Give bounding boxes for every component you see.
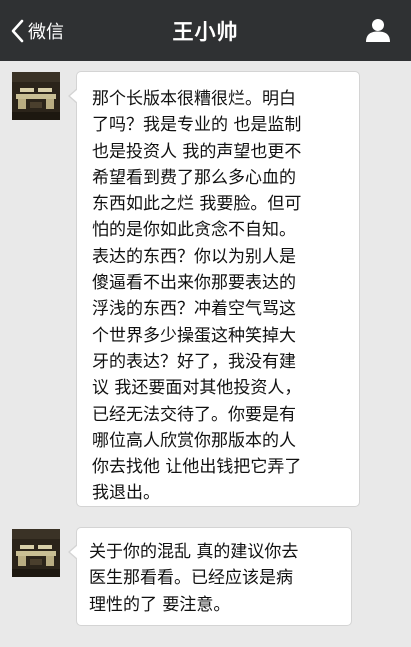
message-text-line: 你去找他 让他出钱把它弄了 [92, 457, 302, 478]
person-icon [365, 19, 391, 47]
contact-avatar[interactable] [12, 72, 60, 120]
navigation-bar: 微信 王小帅 [0, 0, 411, 61]
chat-title: 王小帅 [172, 19, 239, 44]
message-text-line: 浮浅的东西？冲着空气骂这 [92, 299, 296, 320]
message-text-line: 也是投资人 我的声望也更不 [92, 141, 302, 162]
message-text-line: 东西如此之烂 我要脸。但可 [92, 194, 302, 215]
message-text-line: 牙的表达？好了，我没有建 [92, 351, 296, 372]
message-bubble[interactable]: 那个长版本很糟很烂。明白 了吗？我是专业的 也是监制 也是投资人 我的声望也更不… [68, 71, 360, 507]
message-text-line: 个世界多少操蛋这种笑掉大 [92, 325, 296, 346]
message-text-line: 医生那看看。已经应该是病 [89, 568, 293, 589]
message-text-line: 表达的东西？你以为别人是 [92, 246, 296, 267]
message-text-line: 议 我还要面对其他投资人， [92, 378, 302, 399]
contact-profile-button[interactable] [365, 17, 391, 43]
message-text-line: 关于你的混乱 真的建议你去 [89, 542, 299, 562]
message-text-line: 已经无法交待了。你要是有 [92, 404, 296, 425]
message-text-line: 傻逼看不出来你那要表达的 [92, 273, 296, 294]
message-text-line: 了吗？我是专业的 也是监制 [92, 115, 302, 136]
message-list[interactable]: 那个长版本很糟很烂。明白 了吗？我是专业的 也是监制 也是投资人 我的声望也更不… [0, 61, 411, 647]
message-text-line: 希望看到费了那么多心血的 [92, 167, 296, 188]
message-text-line: 怕的是你如此贪念不自知。 [92, 220, 296, 241]
message-text-line: 理性的了 要注意。 [89, 594, 231, 615]
message-text-line: 我退出。 [92, 483, 160, 504]
message-bubble[interactable]: 关于你的混乱 真的建议你去 医生那看看。已经应该是病 理性的了 要注意。 [68, 527, 352, 626]
message-text-line: 那个长版本很糟很烂。明白 [92, 89, 296, 109]
message-text-line: 哪位高人欣赏你那版本的人 [92, 430, 296, 451]
contact-avatar[interactable] [12, 529, 60, 577]
